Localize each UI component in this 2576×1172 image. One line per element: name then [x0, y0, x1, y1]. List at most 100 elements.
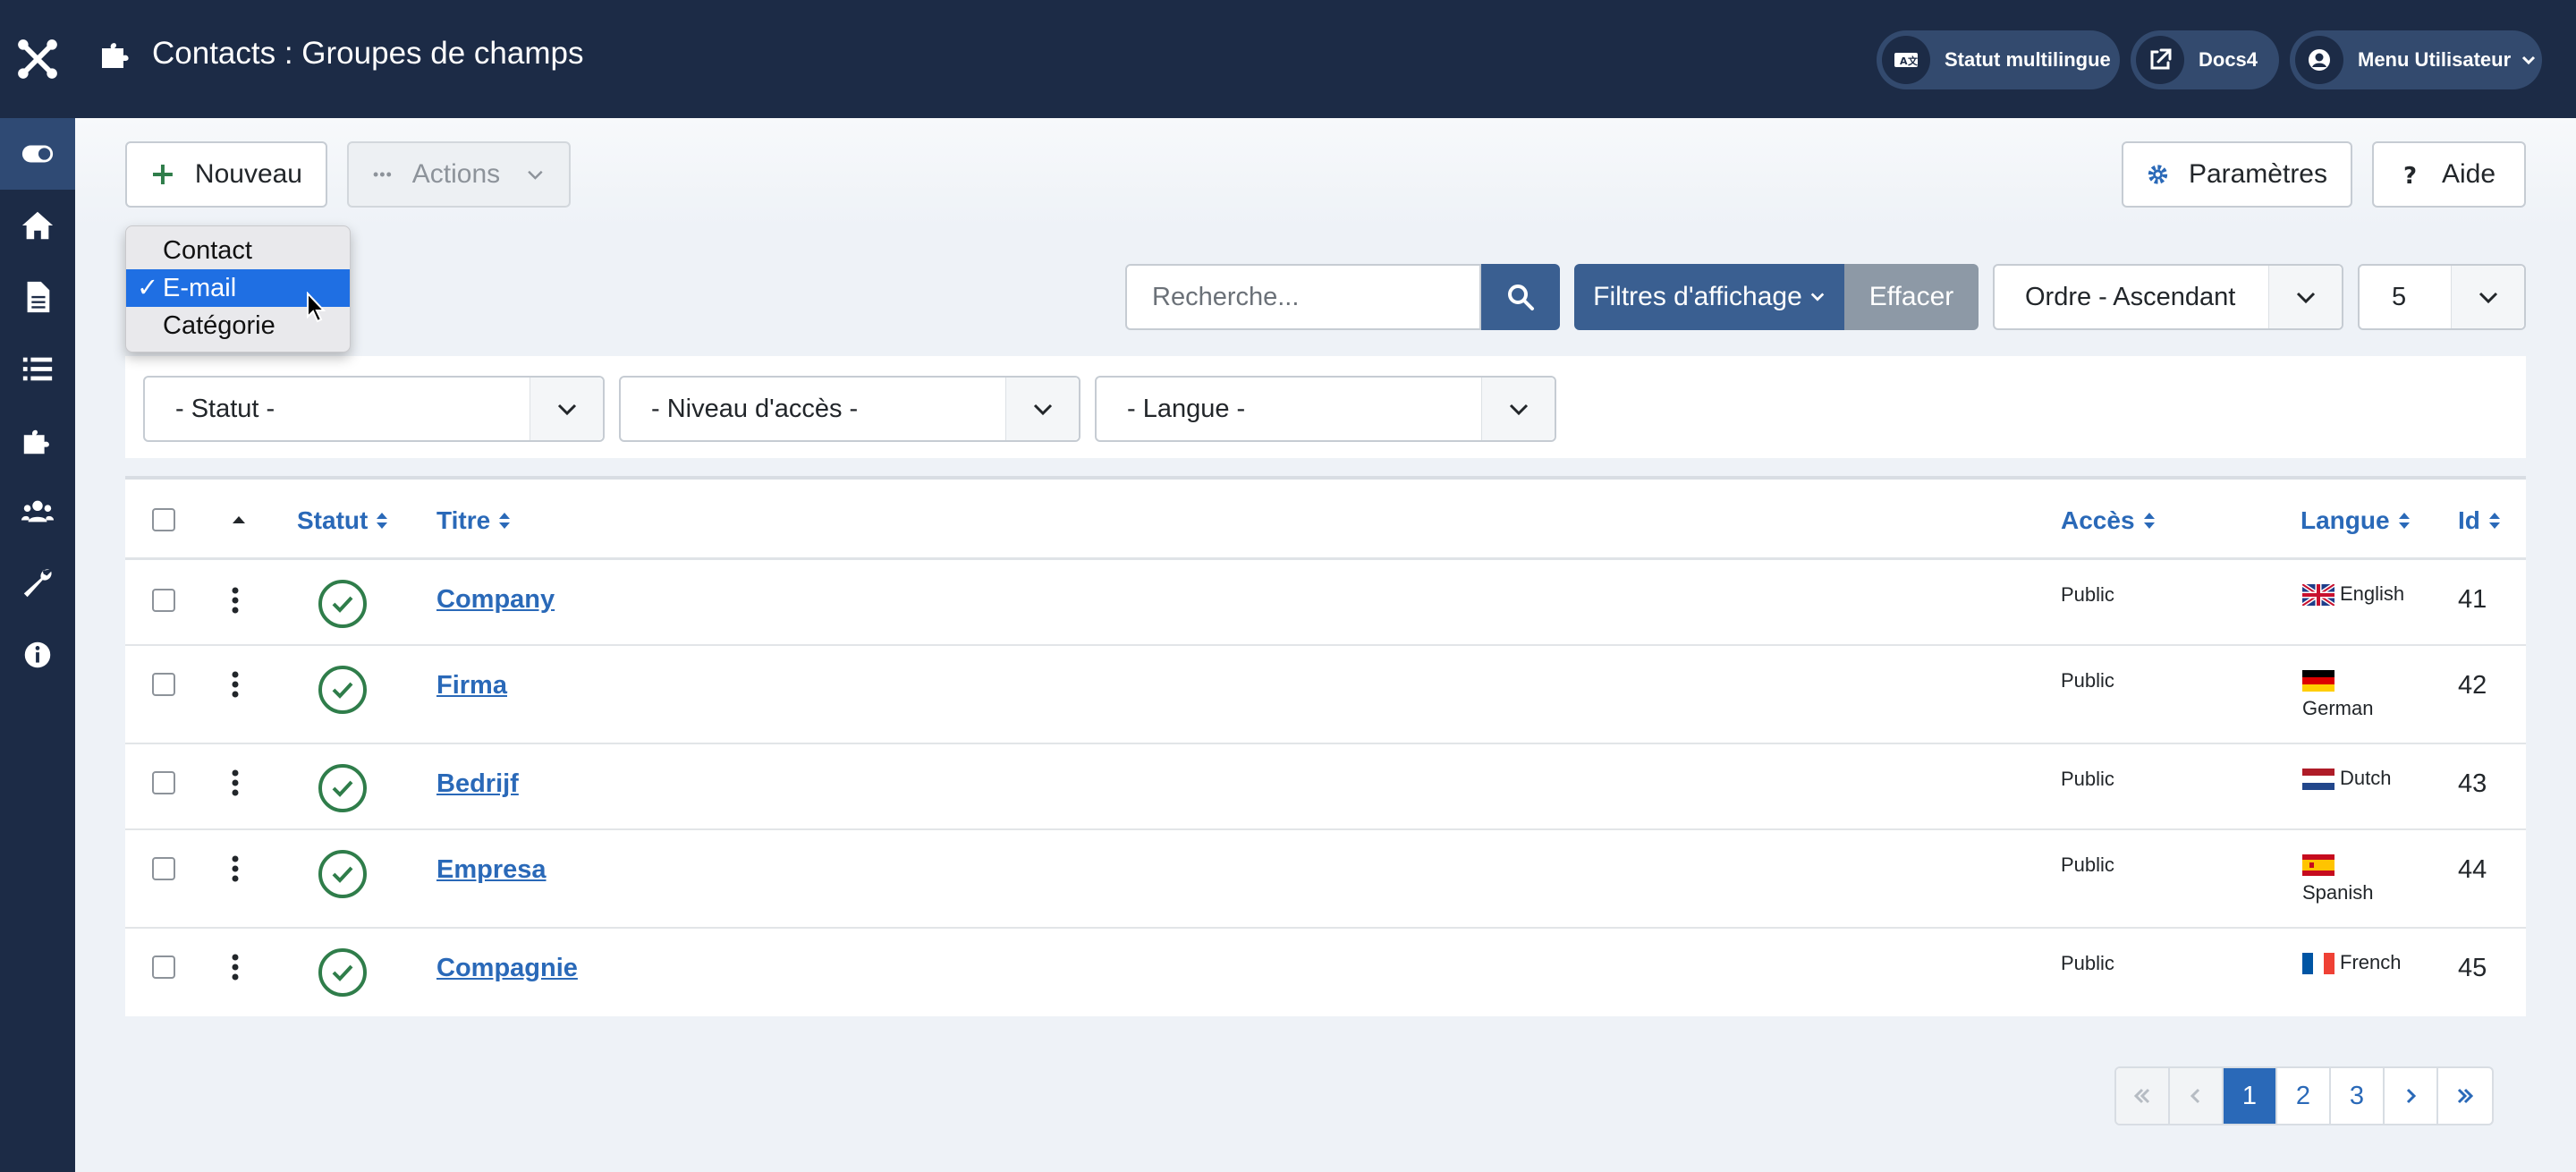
flag-spain-icon [2302, 854, 2334, 877]
sort-icon [2398, 513, 2410, 529]
column-header-status[interactable]: Statut [297, 506, 389, 535]
item-title-link[interactable]: Bedrijf [436, 769, 519, 799]
published-status-icon[interactable] [318, 666, 367, 714]
sidebar-home-icon[interactable] [0, 190, 75, 261]
chevron-down-icon [2522, 55, 2536, 65]
table-row: Company Public English 41 [125, 560, 2526, 646]
user-menu-button[interactable]: Menu Utilisateur [2290, 30, 2542, 89]
search-button[interactable] [1481, 264, 1560, 330]
language-filter-select[interactable]: - Langue - [1095, 376, 1556, 442]
pagination: 1 2 3 [2114, 1066, 2494, 1125]
clear-button[interactable]: Effacer [1844, 264, 1979, 330]
double-chevron-left-icon [2133, 1088, 2150, 1104]
sidebar-file-icon[interactable] [0, 261, 75, 333]
pagination-next-button[interactable] [2385, 1068, 2438, 1124]
field-groups-table: Statut Titre Accès Langue Id Company Pub… [125, 476, 2526, 1016]
chevron-right-icon [2406, 1088, 2417, 1104]
double-chevron-right-icon [2457, 1088, 2474, 1104]
options-button[interactable]: Paramètres [2122, 141, 2352, 208]
chevron-down-icon [2451, 266, 2524, 328]
limit-select-value: 5 [2392, 283, 2407, 311]
item-title-link[interactable]: Firma [436, 671, 507, 701]
context-dropdown[interactable]: Contact ✓ E-mail Catégorie [125, 225, 351, 352]
published-status-icon[interactable] [318, 764, 367, 812]
published-status-icon[interactable] [318, 948, 367, 997]
pagination-page-2[interactable]: 2 [2277, 1068, 2331, 1124]
table-header: Statut Titre Accès Langue Id [125, 480, 2526, 560]
new-button[interactable]: Nouveau [125, 141, 327, 208]
help-button-label: Aide [2442, 159, 2496, 189]
multilingual-status-button[interactable]: A文 Statut multilingue [1877, 30, 2120, 89]
help-button[interactable]: ? Aide [2372, 141, 2526, 208]
ordering-select-value: Ordre - Ascendant [2025, 283, 2236, 311]
row-checkbox[interactable] [152, 955, 175, 979]
language-cell: German [2302, 666, 2419, 723]
page-title: Contacts : Groupes de champs [98, 36, 583, 72]
drag-handle-icon[interactable] [231, 587, 240, 614]
sidebar-puzzle-icon[interactable] [0, 404, 75, 476]
joomla-logo-icon[interactable] [0, 0, 75, 118]
docs-label: Docs4 [2199, 48, 2258, 71]
filter-options-button[interactable]: Filtres d'affichage [1574, 264, 1844, 330]
ordering-select[interactable]: Ordre - Ascendant [1993, 264, 2343, 330]
row-checkbox[interactable] [152, 771, 175, 794]
column-header-access[interactable]: Accès [2061, 506, 2157, 535]
column-header-id[interactable]: Id [2458, 506, 2502, 535]
item-title-link[interactable]: Company [436, 585, 555, 615]
item-title-link[interactable]: Empresa [436, 855, 547, 885]
dropdown-option-contact[interactable]: Contact [126, 232, 350, 269]
question-icon: ? [2403, 163, 2417, 187]
sidebar-users-icon[interactable] [0, 476, 75, 548]
chevron-left-icon [2190, 1088, 2200, 1104]
drag-handle-icon[interactable] [231, 954, 240, 981]
table-row: Compagnie Public French 45 [125, 929, 2526, 1016]
svg-text:文: 文 [1908, 55, 1919, 67]
row-checkbox[interactable] [152, 673, 175, 696]
ellipsis-icon [373, 172, 392, 177]
check-icon: ✓ [137, 274, 159, 302]
sidebar-info-icon[interactable] [0, 619, 75, 691]
drag-handle-icon[interactable] [231, 769, 240, 796]
multilingual-status-label: Statut multilingue [1945, 48, 2111, 71]
select-all-checkbox[interactable] [152, 508, 175, 531]
sidebar-wrench-icon[interactable] [0, 548, 75, 619]
sidebar [0, 0, 75, 1172]
published-status-icon[interactable] [318, 850, 367, 898]
actions-button-label: Actions [411, 159, 501, 189]
sidebar-list-icon[interactable] [0, 333, 75, 404]
actions-button[interactable]: Actions [347, 141, 571, 208]
language-cell: French [2302, 948, 2419, 977]
mouse-cursor-icon [307, 292, 326, 323]
gear-icon [2148, 165, 2168, 184]
pagination-first-button[interactable] [2116, 1068, 2170, 1124]
drag-handle-icon[interactable] [231, 671, 240, 698]
pagination-page-3[interactable]: 3 [2331, 1068, 2385, 1124]
column-header-language[interactable]: Langue [2301, 506, 2411, 535]
row-checkbox[interactable] [152, 589, 175, 612]
chevron-down-icon [528, 170, 543, 180]
filter-bar: - Statut - - Niveau d'accès - - Langue - [125, 356, 2526, 458]
row-checkbox[interactable] [152, 857, 175, 880]
sort-icon [499, 513, 511, 529]
item-title-link[interactable]: Compagnie [436, 954, 578, 983]
access-filter-select[interactable]: - Niveau d'accès - [619, 376, 1080, 442]
sidebar-toggle-icon[interactable] [0, 118, 75, 190]
options-button-label: Paramètres [2188, 159, 2327, 189]
puzzle-icon [102, 43, 129, 68]
status-filter-select[interactable]: - Statut - [143, 376, 605, 442]
docs-button[interactable]: Docs4 [2131, 30, 2279, 89]
ordering-caret-up-icon[interactable] [231, 512, 247, 528]
published-status-icon[interactable] [318, 580, 367, 628]
pagination-page-1[interactable]: 1 [2224, 1068, 2277, 1124]
access-level: Public [2061, 669, 2114, 692]
sort-icon [2143, 513, 2155, 529]
pagination-previous-button[interactable] [2170, 1068, 2224, 1124]
search-input[interactable]: Recherche... [1125, 264, 1481, 330]
column-header-title[interactable]: Titre [436, 506, 512, 535]
drag-handle-icon[interactable] [231, 855, 240, 882]
user-circle-icon [2295, 36, 2343, 84]
sort-icon [377, 513, 388, 529]
pagination-last-button[interactable] [2438, 1068, 2492, 1124]
limit-select[interactable]: 5 [2358, 264, 2526, 330]
chevron-down-icon [2268, 266, 2342, 328]
